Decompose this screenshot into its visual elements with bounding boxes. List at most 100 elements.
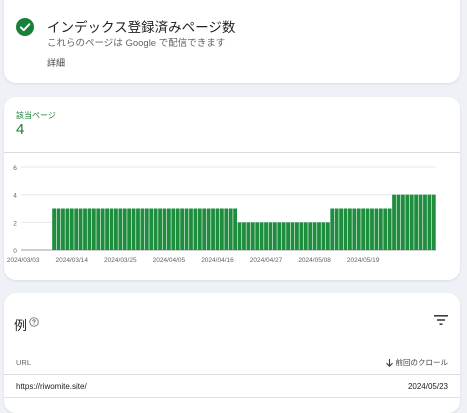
- chart-bar: [427, 194, 432, 250]
- chart-bar: [206, 208, 211, 250]
- chart-bar: [56, 208, 61, 250]
- chart-bar: [290, 222, 295, 250]
- chart-bar: [378, 208, 383, 250]
- chart-bar: [365, 208, 370, 250]
- chart-bar: [127, 208, 132, 250]
- chart-bar: [321, 222, 326, 250]
- chart-bar: [281, 222, 286, 250]
- x-tick-label: 2024/03/03: [7, 257, 40, 264]
- chart-bar: [308, 222, 313, 250]
- chart-bar: [312, 222, 317, 250]
- chart-bar: [286, 222, 291, 250]
- chart-bar: [166, 208, 171, 250]
- x-tick-label: 2024/03/25: [104, 257, 137, 264]
- chart-bar: [131, 208, 136, 250]
- chart-bar: [259, 222, 264, 250]
- chart-bar: [175, 208, 180, 250]
- chart-bar: [193, 208, 198, 250]
- chart-bar: [356, 208, 361, 250]
- chart-bar: [118, 208, 123, 250]
- chart-card: 該当ページ 4 0 2 4 6 2024/03/03 2024/03/14 2024/03/…: [4, 97, 460, 280]
- chart-bar: [352, 208, 357, 250]
- x-tick-label: 2024/05/19: [347, 257, 380, 264]
- chart-bar: [189, 208, 193, 250]
- chart-bar: [153, 208, 158, 250]
- chart-bar: [65, 208, 70, 250]
- chart-bar: [158, 208, 162, 250]
- filter-icon[interactable]: [434, 314, 448, 326]
- chart-bar: [423, 194, 427, 250]
- chart-bar: [396, 194, 401, 250]
- chart-bar: [255, 222, 260, 250]
- chart-bar: [370, 208, 374, 250]
- chart-bar: [74, 208, 79, 250]
- chart-bar: [387, 208, 392, 250]
- chart-bar: [392, 194, 396, 250]
- status-title: インデックス登録済みページ数: [47, 20, 236, 35]
- chart-bar: [431, 194, 436, 250]
- last-crawl-label: 前回のクロール: [395, 358, 449, 367]
- y-tick-label: 0: [13, 248, 17, 255]
- help-circle-icon[interactable]: [29, 317, 39, 327]
- chart-bar: [144, 208, 149, 250]
- details-link[interactable]: 詳細: [47, 56, 65, 69]
- chart-bar: [224, 208, 229, 250]
- chart-bar: [83, 208, 87, 250]
- chart-bar: [272, 222, 277, 250]
- chart-bar: [295, 222, 299, 250]
- chart-bar: [100, 208, 105, 250]
- chart-bar: [374, 208, 379, 250]
- arrow-down-icon: [385, 358, 393, 367]
- chart-bar: [215, 208, 220, 250]
- chart-bar: [105, 208, 109, 250]
- column-header-url: URL: [16, 358, 32, 367]
- x-tick-label: 2024/04/05: [153, 257, 186, 264]
- chart-bar: [171, 208, 176, 250]
- column-header-last-crawl[interactable]: 前回のクロール: [385, 357, 449, 368]
- chart-bar: [325, 222, 330, 250]
- chart-bar: [348, 208, 352, 250]
- chart-bar: [136, 208, 140, 250]
- x-tick-label: 2024/04/16: [201, 257, 234, 264]
- y-tick-label: 6: [13, 165, 17, 172]
- chart-bar: [268, 222, 273, 250]
- chart-bar: [87, 208, 92, 250]
- chart-bar: [202, 208, 207, 250]
- check-circle-icon: [16, 18, 34, 36]
- status-card: インデックス登録済みページ数 これらのページは Google で配信できます 詳…: [4, 0, 460, 83]
- chart-bar: [52, 208, 57, 250]
- chart-bar: [246, 222, 251, 250]
- metric-label: 該当ページ: [16, 111, 56, 120]
- examples-title: 例: [14, 318, 28, 333]
- metric-divider: [4, 152, 460, 153]
- row-last-crawl: 2024/05/23: [407, 382, 448, 391]
- y-tick-label: 4: [13, 193, 17, 200]
- chart-bar: [233, 208, 238, 250]
- chart-bar: [330, 208, 335, 250]
- chart-bar: [299, 222, 304, 250]
- chart-bar: [162, 208, 167, 250]
- chart-bar: [237, 222, 242, 250]
- chart-bar: [317, 222, 321, 250]
- x-tick-label: 2024/03/14: [55, 257, 88, 264]
- chart-bar: [96, 208, 101, 250]
- chart-bar: [149, 208, 154, 250]
- chart-bar: [277, 222, 282, 250]
- chart-bar: [69, 208, 74, 250]
- table-row[interactable]: https://riwomite.site/ 2024/05/23: [4, 375, 460, 397]
- examples-card: 例 URL 前回のクロール https://riwomite.site/ 202…: [4, 293, 460, 413]
- chart-bar: [228, 208, 233, 250]
- chart-bar: [400, 194, 405, 250]
- indexed-pages-chart: 0 2 4 6 2024/03/03 2024/03/14 2024/03/25 2024/0…: [7, 165, 436, 264]
- chart-bar: [405, 194, 410, 250]
- chart-bar: [303, 222, 308, 250]
- chart-bar: [383, 208, 388, 250]
- chart-bar: [334, 208, 339, 250]
- row-divider: [4, 397, 460, 398]
- row-url: https://riwomite.site/: [16, 382, 87, 391]
- chart-bar: [91, 208, 96, 250]
- chart-bar: [219, 208, 224, 250]
- status-subtitle: これらのページは Google で配信できます: [47, 38, 226, 49]
- chart-bar: [414, 194, 419, 250]
- chart-bar: [180, 208, 185, 250]
